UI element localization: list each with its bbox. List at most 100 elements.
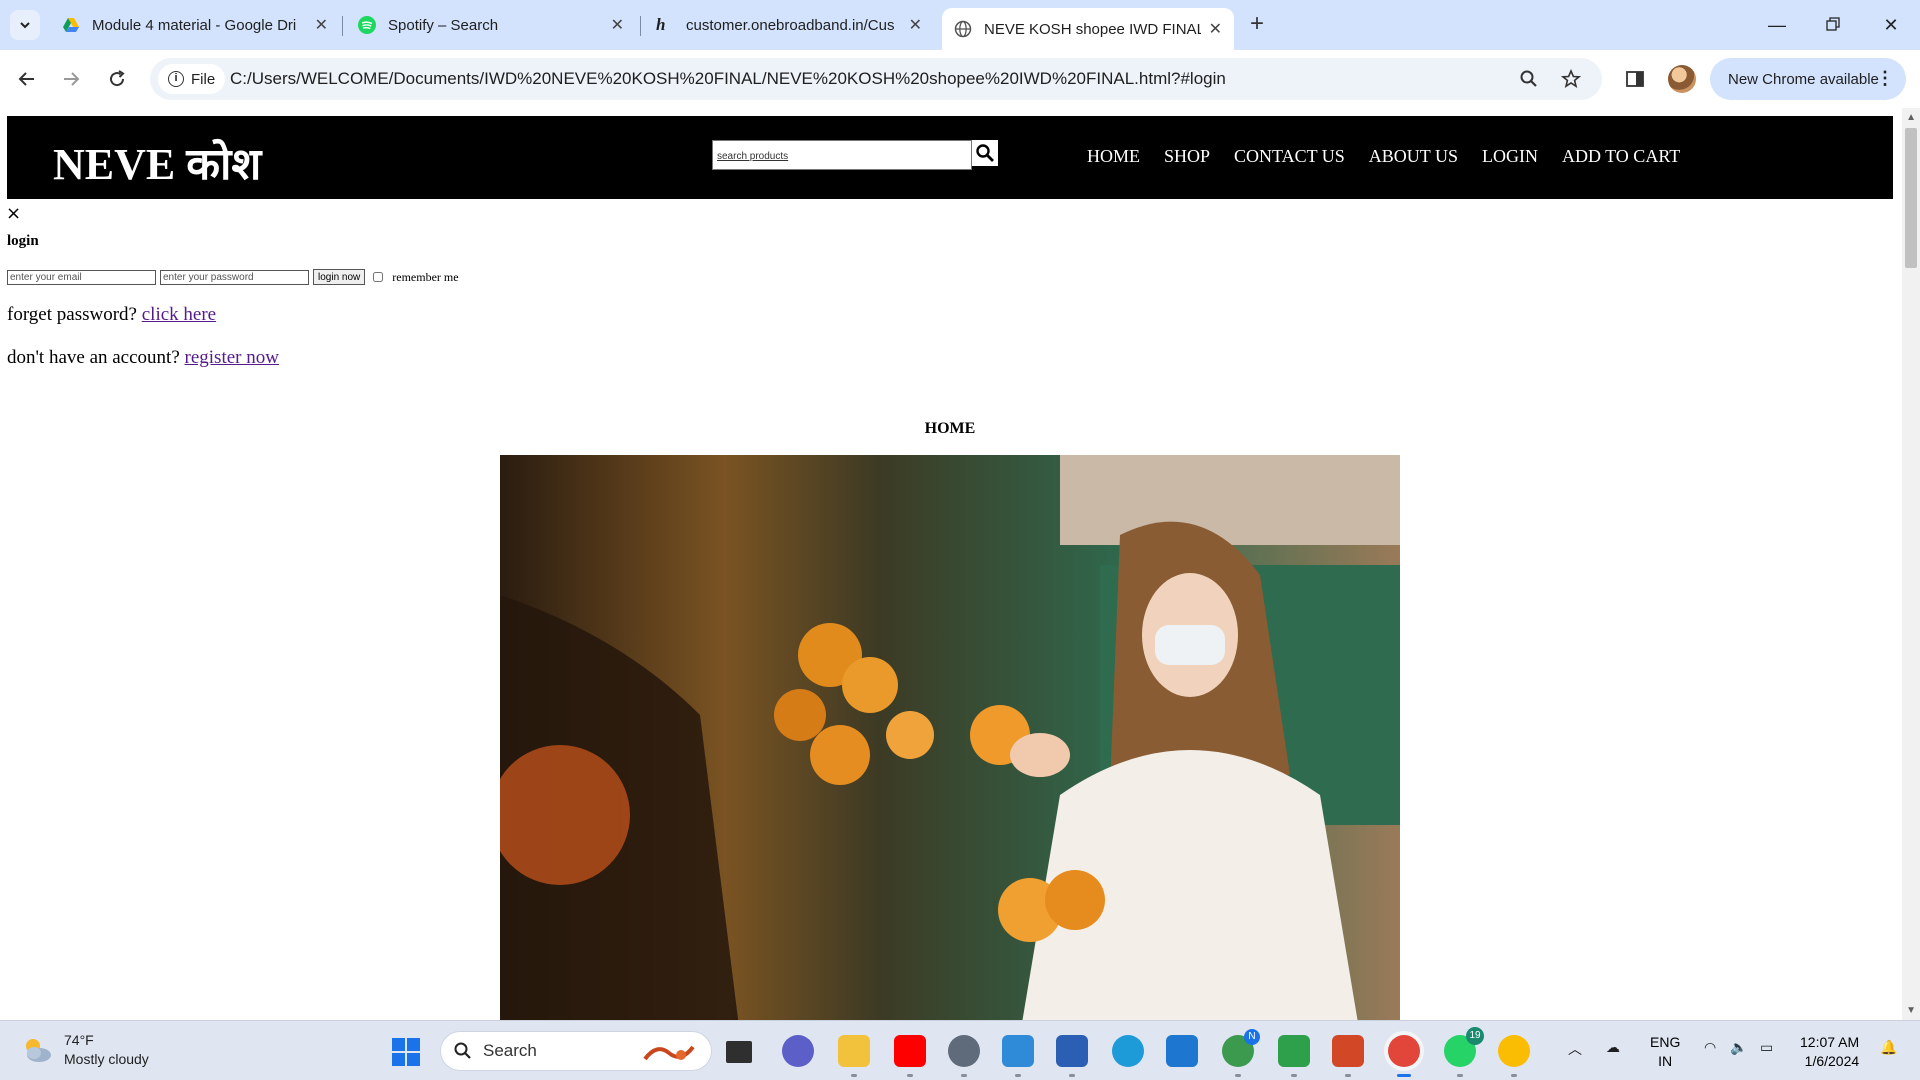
- close-icon[interactable]: ✕: [909, 15, 922, 35]
- side-panel-icon[interactable]: [1622, 66, 1648, 92]
- tab-neve-kosh[interactable]: NEVE KOSH shopee IWD FINAL ✕: [942, 8, 1234, 50]
- hero-image: [500, 455, 1400, 1020]
- nav-shop[interactable]: SHOP: [1164, 146, 1210, 167]
- search-icon: [976, 144, 994, 162]
- tab-onebroadband[interactable]: h customer.onebroadband.in/Cus ✕: [644, 6, 934, 44]
- file-explorer-icon[interactable]: [838, 1035, 870, 1077]
- youtube-icon[interactable]: [894, 1035, 926, 1077]
- more-vertical-icon[interactable]: ⋮: [1876, 68, 1894, 89]
- tab-title: Module 4 material - Google Dri: [92, 16, 297, 34]
- forget-password-link[interactable]: click here: [142, 304, 216, 325]
- chrome-update-label: New Chrome available: [1728, 70, 1879, 88]
- chevron-up-icon[interactable]: ︿: [1568, 1039, 1582, 1059]
- edge-icon[interactable]: [1112, 1035, 1144, 1067]
- remember-me-checkbox[interactable]: [373, 272, 384, 282]
- register-link[interactable]: register now: [185, 347, 279, 368]
- chrome-icon[interactable]: [1498, 1035, 1530, 1077]
- tab-separator: [640, 16, 641, 36]
- page-viewport: NEVE कोश search products HOME SHOP CONTA…: [0, 108, 1920, 1020]
- browser-toolbar: i File C:/Users/WELCOME/Documents/IWD%20…: [0, 50, 1920, 108]
- battery-icon[interactable]: ▭: [1760, 1039, 1773, 1056]
- forward-button[interactable]: [56, 64, 86, 94]
- taskbar-search[interactable]: Search: [440, 1031, 712, 1071]
- start-button[interactable]: [392, 1038, 420, 1066]
- partly-cloudy-icon: [26, 1039, 51, 1062]
- profile-avatar[interactable]: [1668, 65, 1696, 93]
- scroll-thumb[interactable]: [1905, 128, 1917, 268]
- close-window-button[interactable]: ✕: [1876, 10, 1906, 40]
- tab-search-button[interactable]: [10, 10, 40, 40]
- search-input[interactable]: search products: [712, 140, 972, 170]
- site-logo[interactable]: NEVE कोश: [53, 132, 261, 192]
- address-bar[interactable]: i File C:/Users/WELCOME/Documents/IWD%20…: [150, 58, 1602, 100]
- tab-spotify[interactable]: Spotify – Search ✕: [346, 6, 636, 44]
- search-highlight-icon: [643, 1045, 695, 1061]
- star-icon[interactable]: [1560, 68, 1582, 90]
- login-now-button[interactable]: login now: [313, 269, 366, 285]
- home-heading: HOME: [924, 420, 976, 437]
- weather-widget[interactable]: 74°F Mostly cloudy: [20, 1031, 149, 1069]
- info-icon: i: [168, 71, 184, 87]
- nav-home[interactable]: HOME: [1087, 146, 1140, 167]
- scroll-down-icon[interactable]: ▼: [1906, 1005, 1916, 1016]
- minimize-button[interactable]: —: [1762, 10, 1792, 40]
- word-icon[interactable]: [1056, 1035, 1088, 1077]
- search-placeholder: search products: [717, 151, 789, 162]
- chrome-profile-n-icon[interactable]: N: [1222, 1029, 1260, 1077]
- site-header: NEVE कोश search products HOME SHOP CONTA…: [7, 116, 1893, 199]
- clock-time: 12:07 AM: [1800, 1034, 1860, 1050]
- whatsapp-icon[interactable]: 19: [1444, 1027, 1484, 1077]
- register-line: don't have an account? register now: [7, 347, 279, 369]
- system-clock[interactable]: 12:07 AM 1/6/2024: [1800, 1033, 1859, 1071]
- password-field[interactable]: [160, 269, 309, 285]
- restore-icon: [1826, 17, 1840, 31]
- zoom-icon[interactable]: [1518, 68, 1540, 90]
- powerpoint-icon[interactable]: [1332, 1035, 1364, 1077]
- search-button[interactable]: [972, 140, 998, 166]
- remember-me-label: remember me: [392, 269, 459, 284]
- email-field[interactable]: [7, 269, 156, 285]
- weather-temp: 74°F: [64, 1032, 94, 1048]
- new-tab-button[interactable]: +: [1244, 12, 1270, 38]
- close-icon[interactable]: ✕: [315, 15, 328, 35]
- chrome-update-button[interactable]: New Chrome available ⋮: [1710, 58, 1906, 100]
- reload-icon: [110, 70, 125, 87]
- sheets-icon[interactable]: [1278, 1035, 1310, 1077]
- main-nav: HOME SHOP CONTACT US ABOUT US LOGIN ADD …: [1087, 146, 1680, 167]
- chevron-down-icon: [20, 22, 30, 29]
- site-info-chip[interactable]: i File: [158, 64, 226, 94]
- settings-gear-icon[interactable]: [948, 1035, 980, 1077]
- login-title: login: [7, 233, 39, 249]
- scroll-up-icon[interactable]: ▲: [1906, 112, 1916, 123]
- chrome-active-icon[interactable]: [1388, 1035, 1420, 1077]
- browser-tabstrip: Module 4 material - Google Dri ✕ Spotify…: [0, 0, 1920, 50]
- photos-icon[interactable]: [1166, 1035, 1198, 1067]
- onedrive-off-icon[interactable]: ☁: [1606, 1039, 1620, 1056]
- page-scrollbar[interactable]: ▲ ▼: [1902, 108, 1920, 1020]
- site-chip-label: File: [191, 70, 216, 88]
- close-icon[interactable]: ✕: [611, 15, 624, 35]
- region-code: IN: [1658, 1053, 1673, 1069]
- vscode-icon[interactable]: [1002, 1035, 1034, 1077]
- back-button[interactable]: [12, 64, 42, 94]
- reload-button[interactable]: [102, 64, 132, 94]
- task-view-icon[interactable]: [726, 1041, 752, 1063]
- close-icon[interactable]: ✕: [1209, 19, 1222, 39]
- register-text: don't have an account?: [7, 347, 180, 368]
- tab-title: Spotify – Search: [388, 16, 499, 34]
- nav-add-to-cart[interactable]: ADD TO CART: [1562, 146, 1680, 167]
- tab-google-drive[interactable]: Module 4 material - Google Dri ✕: [50, 6, 340, 44]
- tab-separator: [342, 16, 343, 36]
- nav-contact-us[interactable]: CONTACT US: [1234, 146, 1345, 167]
- restore-button[interactable]: [1818, 10, 1848, 40]
- nav-about-us[interactable]: ABOUT US: [1369, 146, 1458, 167]
- wifi-icon[interactable]: ◠: [1704, 1039, 1716, 1056]
- close-login-button[interactable]: ×: [6, 203, 21, 224]
- hathway-icon: h: [656, 15, 666, 34]
- language-indicator[interactable]: ENG IN: [1650, 1033, 1680, 1071]
- url-text[interactable]: C:/Users/WELCOME/Documents/IWD%20NEVE%20…: [230, 69, 1226, 89]
- notification-bell-icon[interactable]: 🔔: [1880, 1039, 1897, 1056]
- teams-chat-icon[interactable]: [782, 1035, 814, 1067]
- nav-login[interactable]: LOGIN: [1482, 146, 1538, 167]
- volume-icon[interactable]: 🔈: [1730, 1039, 1747, 1056]
